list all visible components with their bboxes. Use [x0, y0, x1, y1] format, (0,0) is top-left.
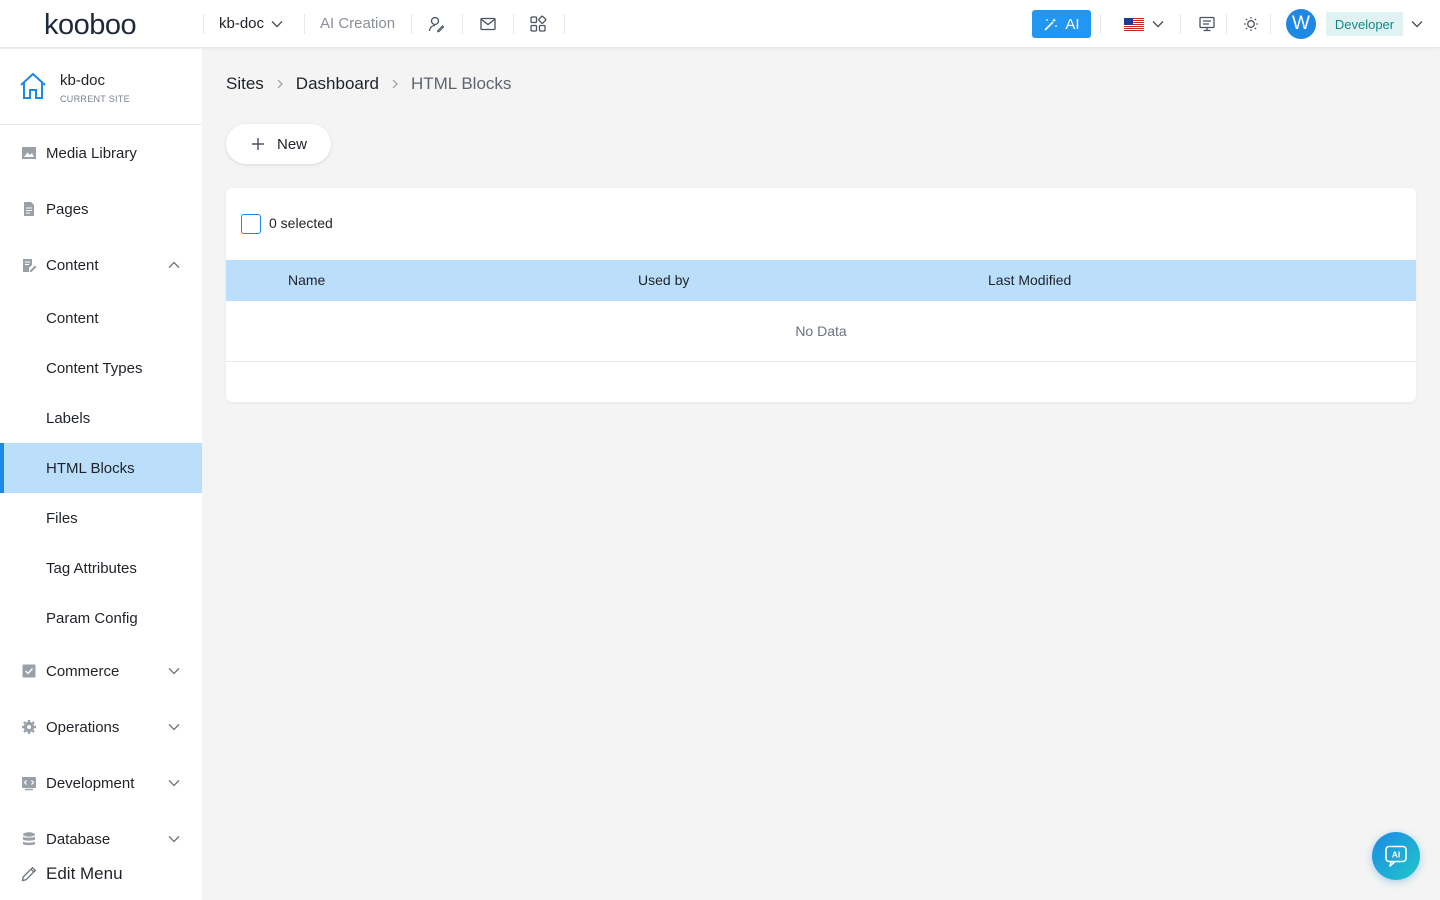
- chevron-down-icon: [271, 20, 283, 27]
- sidebar-item-media-library[interactable]: Media Library: [0, 125, 202, 181]
- home-icon: [20, 72, 46, 99]
- top-bar: kooboo kb-doc AI Creation AI W Developer: [0, 0, 1440, 48]
- ai-creation-link[interactable]: AI Creation: [320, 15, 395, 32]
- breadcrumb: Sites Dashboard HTML Blocks: [226, 74, 511, 94]
- chevron-down-icon: [168, 668, 180, 675]
- role-badge[interactable]: Developer: [1326, 12, 1403, 36]
- new-button-label: New: [277, 135, 308, 153]
- breadcrumb-sites[interactable]: Sites: [226, 74, 264, 94]
- language-chevron-down-icon[interactable]: [1151, 17, 1165, 31]
- svg-text:AI: AI: [1392, 850, 1401, 860]
- divider: [304, 14, 305, 34]
- sidebar: kb-doc CURRENT SITE Media Library Pages …: [0, 49, 202, 900]
- content-edit-icon: [20, 256, 38, 274]
- sidebar-item-label: Operations: [46, 718, 120, 736]
- sidebar-subitem-labels[interactable]: Labels: [0, 393, 202, 443]
- select-all-checkbox[interactable]: [241, 214, 261, 234]
- user-avatar[interactable]: W: [1286, 9, 1316, 39]
- sidebar-subitem-param-config[interactable]: Param Config: [0, 593, 202, 643]
- breadcrumb-current: HTML Blocks: [410, 74, 512, 93]
- magic-wand-icon: [1044, 17, 1058, 31]
- ai-button[interactable]: AI: [1032, 10, 1091, 38]
- plus-icon: [252, 138, 264, 150]
- divider: [1226, 14, 1227, 34]
- sidebar-item-label: Content: [46, 256, 99, 274]
- chevron-down-icon: [168, 836, 180, 843]
- sidebar-subitem-tag-attributes[interactable]: Tag Attributes: [0, 543, 202, 593]
- column-header-name[interactable]: Name: [288, 272, 325, 288]
- current-site-card[interactable]: kb-doc CURRENT SITE: [0, 49, 202, 125]
- divider: [513, 14, 514, 34]
- edit-menu-label: Edit Menu: [46, 864, 123, 883]
- role-chevron-down-icon[interactable]: [1410, 17, 1424, 31]
- site-switcher-label: kb-doc: [219, 15, 265, 32]
- us-flag-icon[interactable]: [1124, 18, 1144, 31]
- ai-button-label: AI: [1065, 15, 1080, 33]
- sidebar-item-label: HTML Blocks: [46, 459, 135, 477]
- site-switcher[interactable]: kb-doc: [219, 15, 284, 32]
- sidebar-group-content[interactable]: Content: [0, 237, 202, 293]
- sidebar-group-operations[interactable]: Operations: [0, 699, 202, 755]
- column-header-last-modified[interactable]: Last Modified: [988, 272, 1071, 288]
- divider: [462, 14, 463, 34]
- kooboo-logo[interactable]: kooboo: [44, 9, 137, 42]
- image-icon: [20, 144, 38, 162]
- user-edit-icon[interactable]: [425, 13, 447, 35]
- divider: [1270, 14, 1271, 34]
- sidebar-item-label: Content: [46, 309, 99, 327]
- sidebar-group-development[interactable]: Development: [0, 755, 202, 811]
- sidebar-subitem-content[interactable]: Content: [0, 293, 202, 343]
- divider: [203, 14, 204, 34]
- current-site-name: kb-doc: [60, 72, 106, 89]
- sidebar-item-label: Media Library: [46, 144, 137, 162]
- pencil-icon: [21, 866, 37, 882]
- sidebar-group-commerce[interactable]: Commerce: [0, 643, 202, 699]
- commerce-icon: [20, 662, 38, 680]
- sidebar-item-label: Content Types: [46, 359, 143, 377]
- database-icon: [20, 830, 38, 848]
- column-header-used-by[interactable]: Used by: [638, 272, 689, 288]
- sidebar-subitem-files[interactable]: Files: [0, 493, 202, 543]
- sidebar-item-pages[interactable]: Pages: [0, 181, 202, 237]
- ai-chat-button[interactable]: AI: [1372, 832, 1420, 880]
- divider: [1180, 14, 1181, 34]
- sidebar-subitem-content-types[interactable]: Content Types: [0, 343, 202, 393]
- sun-icon[interactable]: [1240, 13, 1262, 35]
- sidebar-item-label: Development: [46, 774, 135, 792]
- chevron-right-icon: [389, 78, 401, 90]
- mail-icon[interactable]: [477, 13, 499, 35]
- page-icon: [20, 200, 38, 218]
- chevron-right-icon: [274, 78, 286, 90]
- current-site-subtitle: CURRENT SITE: [60, 94, 130, 104]
- monitor-icon[interactable]: [1196, 13, 1218, 35]
- ai-chat-icon: AI: [1385, 845, 1407, 867]
- edit-menu-button[interactable]: Edit Menu: [0, 859, 202, 889]
- apps-grid-icon[interactable]: [527, 13, 549, 35]
- sidebar-subitem-html-blocks[interactable]: HTML Blocks: [0, 443, 202, 493]
- sidebar-item-label: Files: [46, 509, 78, 527]
- sidebar-item-label: Param Config: [46, 609, 138, 627]
- chevron-down-icon: [168, 724, 180, 731]
- sidebar-item-label: Commerce: [46, 662, 120, 680]
- selected-count: 0 selected: [269, 215, 333, 231]
- divider: [1100, 14, 1101, 34]
- sidebar-item-label: Database: [46, 830, 111, 848]
- sidebar-item-label: Tag Attributes: [46, 559, 137, 577]
- code-icon: [20, 774, 38, 792]
- sidebar-item-label: Labels: [46, 409, 91, 427]
- gear-icon: [20, 718, 38, 736]
- divider: [411, 14, 412, 34]
- chevron-up-icon: [168, 261, 180, 268]
- chevron-down-icon: [168, 780, 180, 787]
- breadcrumb-dashboard[interactable]: Dashboard: [296, 74, 379, 94]
- new-button[interactable]: New: [226, 124, 331, 164]
- html-blocks-table-panel: 0 selected Name Used by Last Modified No…: [226, 188, 1416, 402]
- empty-state: No Data: [226, 301, 1416, 362]
- divider: [564, 14, 565, 34]
- sidebar-item-label: Pages: [46, 200, 89, 218]
- table-header: Name Used by Last Modified: [226, 260, 1416, 301]
